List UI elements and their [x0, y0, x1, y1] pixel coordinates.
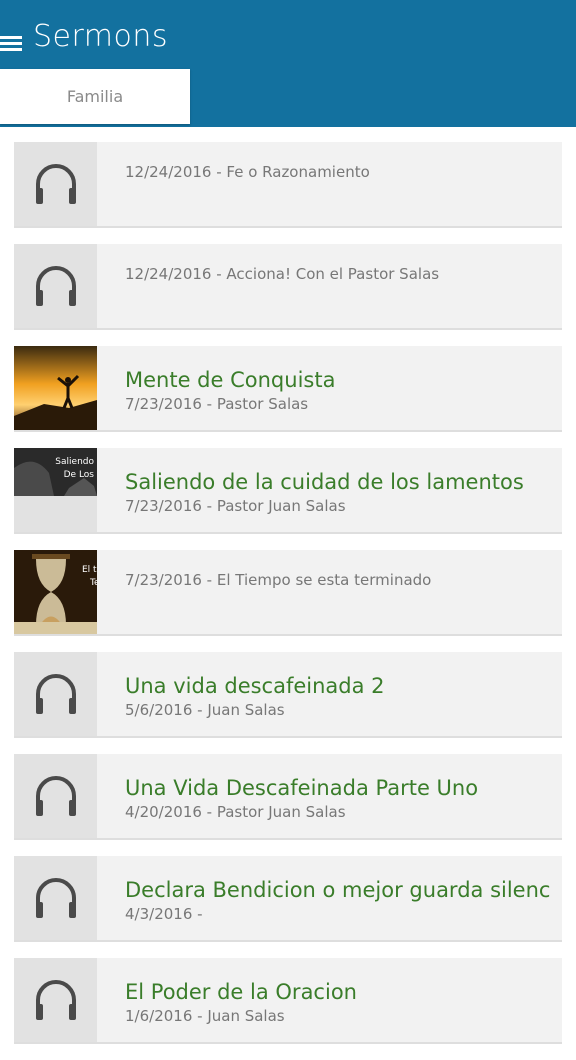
headphones-icon: [14, 856, 97, 940]
sermon-text: Saliendo de la cuidad de los lamentos 7/…: [125, 468, 552, 516]
sermon-list-item[interactable]: Una Vida Descafeinada Parte Uno 4/20/201…: [14, 754, 562, 840]
sermon-list-item[interactable]: 12/24/2016 - Acciona! Con el Pastor Sala…: [14, 244, 562, 330]
sermon-list-item[interactable]: Una vida descafeinada 2 5/6/2016 - Juan …: [14, 652, 562, 738]
sermon-text: Una vida descafeinada 2 5/6/2016 - Juan …: [125, 672, 552, 720]
sermon-subtitle: 1/6/2016 - Juan Salas: [125, 1007, 285, 1025]
sermon-subtitle: 4/3/2016 -: [125, 905, 203, 923]
sermon-list-item[interactable]: Mente de Conquista 7/23/2016 - Pastor Sa…: [14, 346, 562, 432]
sermon-title: El Poder de la Oracion: [125, 980, 357, 1004]
sermon-list-item[interactable]: El Poder de la Oracion 1/6/2016 - Juan S…: [14, 958, 562, 1044]
tab-familia[interactable]: Familia: [0, 69, 190, 124]
sermon-list-item[interactable]: Declara Bendicion o mejor guarda silenci…: [14, 856, 562, 942]
headphones-icon: [14, 754, 97, 838]
sermon-subtitle: 5/6/2016 - Juan Salas: [125, 701, 285, 719]
sermon-title: Mente de Conquista: [125, 368, 336, 392]
app-header: Sermons Familia: [0, 0, 576, 127]
sermon-subtitle: 7/23/2016 - Pastor Salas: [125, 395, 309, 413]
headphones-icon: [14, 142, 97, 226]
sermon-text: Mente de Conquista 7/23/2016 - Pastor Sa…: [125, 366, 552, 414]
hamburger-menu-icon[interactable]: [0, 36, 24, 52]
sermon-subtitle: 12/24/2016 - Fe o Razonamiento: [125, 163, 370, 181]
sermon-subtitle: 7/23/2016 - El Tiempo se esta terminado: [125, 571, 432, 589]
sermon-text: 12/24/2016 - Fe o Razonamiento: [125, 162, 552, 182]
headphones-icon: [14, 652, 97, 736]
sermon-title: Una Vida Descafeinada Parte Uno: [125, 776, 479, 800]
sermon-text: 12/24/2016 - Acciona! Con el Pastor Sala…: [125, 264, 552, 284]
sermon-text: Una Vida Descafeinada Parte Uno 4/20/201…: [125, 774, 552, 822]
sermon-list-item[interactable]: 12/24/2016 - Fe o Razonamiento: [14, 142, 562, 228]
thumb-caption-2: Te: [89, 578, 97, 588]
sermon-list: 12/24/2016 - Fe o Razonamiento 12/24/201…: [14, 142, 562, 1060]
sermon-subtitle: 4/20/2016 - Pastor Juan Salas: [125, 803, 346, 821]
page-title: Sermons: [33, 19, 169, 54]
dark-thumbnail: Saliendo De Los: [14, 448, 97, 532]
headphones-icon: [14, 958, 97, 1042]
sunset-thumbnail: [14, 346, 97, 430]
sermon-title: Declara Bendicion o mejor guarda silenci…: [125, 878, 552, 902]
sermon-text: 7/23/2016 - El Tiempo se esta terminado: [125, 570, 552, 590]
headphones-icon: [14, 244, 97, 328]
sermon-text: El Poder de la Oracion 1/6/2016 - Juan S…: [125, 978, 552, 1026]
sermon-list-item[interactable]: Saliendo De Los Saliendo de la cuidad de…: [14, 448, 562, 534]
thumb-caption-1: Saliendo: [55, 457, 94, 467]
hourglass-thumbnail: El ti Te: [14, 550, 97, 634]
sermon-list-item[interactable]: El ti Te 7/23/2016 - El Tiempo se esta t…: [14, 550, 562, 636]
sermon-title: Saliendo de la cuidad de los lamentos: [125, 470, 524, 494]
sermon-title: Una vida descafeinada 2: [125, 674, 385, 698]
sermon-subtitle: 12/24/2016 - Acciona! Con el Pastor Sala…: [125, 265, 440, 283]
thumb-caption-2: De Los: [64, 470, 95, 480]
thumb-caption-1: El ti: [82, 565, 97, 575]
sermon-subtitle: 7/23/2016 - Pastor Juan Salas: [125, 497, 346, 515]
sermon-text: Declara Bendicion o mejor guarda silenci…: [125, 876, 552, 924]
